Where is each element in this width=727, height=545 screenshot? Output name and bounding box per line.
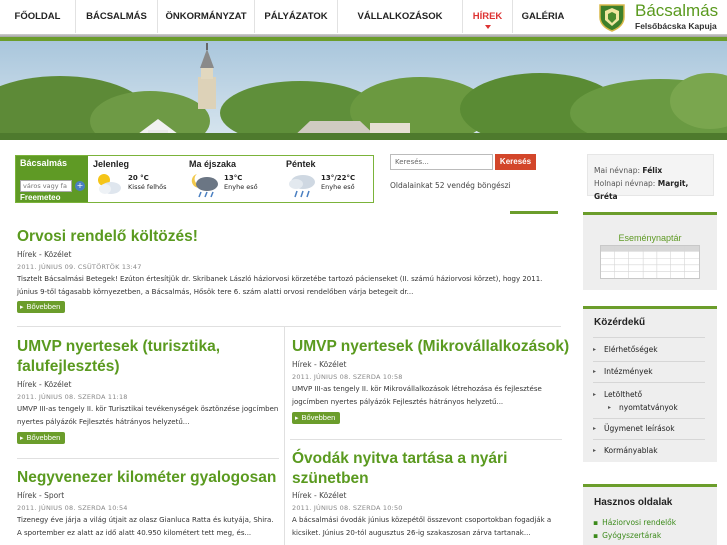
visitor-count: Oldalainkat 52 vendég böngészi: [390, 181, 511, 190]
site-title[interactable]: Bácsalmás: [635, 1, 718, 21]
weather-tonight-desc: Enyhe eső: [224, 183, 258, 191]
site-subtitle: Felsőbácska Kapuja: [635, 21, 717, 31]
link-haziorvosi[interactable]: Háziorvosi rendelők: [593, 518, 676, 527]
link-letoltheto[interactable]: Letölthető: [593, 390, 642, 401]
article-excerpt: UMVP III-as tengely II. kör Mikrovállalk…: [292, 385, 542, 406]
divider: [593, 439, 705, 440]
nav-item-fooldal[interactable]: FŐOLDAL: [0, 0, 76, 33]
article-category[interactable]: Hírek - Közélet: [17, 380, 71, 389]
weather-friday-desc: Enyhe eső: [321, 183, 355, 191]
public-info-box: Közérdekű Elérhetőségek Intézmények Letö…: [583, 306, 717, 462]
top-navigation: FŐOLDAL BÁCSALMÁS ÖNKORMÁNYZAT PÁLYÁZATO…: [0, 0, 727, 36]
weather-now-temp: 20 °C: [128, 174, 149, 182]
town-banner-image: [0, 41, 727, 140]
link-kormanyablak[interactable]: Kormányablak: [593, 446, 658, 457]
coat-of-arms-icon[interactable]: [597, 2, 627, 32]
weather-brand[interactable]: Freemeteo: [20, 193, 60, 202]
link-gyogyszertarak[interactable]: Gyógyszertárak: [593, 531, 661, 540]
nav-item-hirek[interactable]: HÍREK: [463, 0, 513, 33]
weather-friday-title: Péntek: [286, 159, 316, 169]
article-date: 2011. JÚNIUS 08. SZERDA 10:58: [292, 373, 403, 381]
nav-item-palyazatok[interactable]: PÁLYÁZATOK: [255, 0, 338, 33]
article-date: 2011. JÚNIUS 08. SZERDA 10:50: [292, 504, 403, 512]
weather-tonight-title: Ma éjszaka: [189, 159, 237, 169]
weather-tonight: Ma éjszaka 13°C Enyhe eső: [184, 156, 281, 202]
article-category[interactable]: Hírek - Sport: [17, 491, 64, 500]
article-title[interactable]: Negyvenezer kilométer gyalogosan: [17, 468, 276, 488]
calendar-grid-icon: [600, 245, 700, 279]
useful-pages-title: Hasznos oldalak: [594, 497, 673, 508]
calendar-title[interactable]: Eseménynaptár: [583, 233, 717, 243]
weather-now: Jelenleg 20 °C Kissé felhős: [88, 156, 184, 202]
weather-friday-temp: 13°/22°C: [321, 174, 356, 182]
partly-cloudy-icon: [98, 174, 121, 194]
article-excerpt: Tisztelt Bácsalmási Betegek! Ezúton érte…: [17, 275, 543, 296]
article-title[interactable]: UMVP nyertesek (turisztika, falufejleszt…: [17, 337, 279, 377]
article-category[interactable]: Hírek - Közélet: [17, 250, 71, 259]
link-elerhetosegek[interactable]: Elérhetőségek: [593, 345, 658, 356]
divider: [17, 458, 279, 459]
nav-item-vallalkozasok[interactable]: VÁLLALKOZÁSOK: [338, 0, 463, 33]
useful-pages-box: Hasznos oldalak Háziorvosi rendelők Gyóg…: [583, 484, 717, 545]
divider: [17, 326, 561, 327]
link-ugymenet[interactable]: Ügymenet leírások: [593, 424, 675, 435]
read-more-button[interactable]: Bővebben: [292, 412, 341, 424]
read-more-button[interactable]: Bővebben: [17, 432, 66, 444]
divider: [593, 382, 705, 383]
weather-location-panel: Bácsalmás város vagy fa + Freemeteo: [16, 156, 88, 202]
weather-city-input[interactable]: város vagy fa: [20, 180, 72, 192]
article-date: 2011. JÚNIUS 08. SZERDA 10:54: [17, 504, 128, 512]
article-title[interactable]: UMVP nyertesek (Mikrovállalkozások): [292, 337, 569, 357]
divider: [284, 327, 285, 545]
article-title[interactable]: Óvodák nyitva tartása a nyári szünetben: [292, 449, 554, 489]
nav-menu: FŐOLDAL BÁCSALMÁS ÖNKORMÁNYZAT PÁLYÁZATO…: [0, 0, 573, 33]
article-excerpt: A bácsalmási óvodák június közepétől öss…: [292, 516, 552, 537]
weather-search-button[interactable]: +: [75, 181, 85, 191]
nameday-today: Mai névnap: Félix: [594, 166, 663, 175]
weather-location: Bácsalmás: [20, 158, 68, 168]
weather-tonight-temp: 13°C: [224, 174, 243, 182]
article-excerpt: UMVP III-as tengely II. kör Turisztikai …: [17, 405, 279, 426]
article-date: 2011. JÚNIUS 09. CSÜTÖRTÖK 13:47: [17, 263, 142, 271]
public-info-title: Közérdekű: [594, 317, 646, 328]
link-intezmenyek[interactable]: Intézmények: [593, 367, 653, 378]
weather-now-desc: Kissé felhős: [128, 183, 167, 191]
divider: [290, 439, 562, 440]
nav-item-bacsalmas[interactable]: BÁCSALMÁS: [76, 0, 158, 33]
divider: [593, 337, 705, 338]
read-more-button[interactable]: Bővebben: [17, 301, 66, 313]
weather-friday: Péntek 13°/22°C Enyhe eső: [281, 156, 373, 202]
rain-icon: [289, 175, 315, 198]
article-title[interactable]: Orvosi rendelő költözés!: [17, 227, 198, 247]
divider: [593, 361, 705, 362]
link-nyomtatvanyok[interactable]: nyomtatványok: [593, 403, 678, 414]
search-button[interactable]: Keresés: [495, 154, 536, 170]
nav-divider: [0, 34, 727, 41]
nameday-box: Mai névnap: Félix Holnapi névnap: Margit…: [587, 154, 714, 201]
nav-item-galeria[interactable]: GALÉRIA: [513, 0, 573, 33]
event-calendar[interactable]: Eseménynaptár: [583, 212, 717, 290]
weather-now-title: Jelenleg: [93, 159, 130, 169]
article-date: 2011. JÚNIUS 08. SZERDA 11:18: [17, 393, 128, 401]
search-input[interactable]: Keresés...: [390, 154, 493, 170]
article-category[interactable]: Hírek - Közélet: [292, 360, 346, 369]
divider: [593, 418, 705, 419]
nameday-tomorrow: Holnapi névnap: Margit, Gréta: [594, 179, 689, 201]
section-accent-bar: [510, 211, 558, 214]
nav-item-onkormanyzat[interactable]: ÖNKORMÁNYZAT: [158, 0, 255, 33]
night-rain-icon: [191, 174, 218, 198]
article-category[interactable]: Hírek - Közélet: [292, 491, 346, 500]
article-excerpt: Tizenegy éve járja a világ útjait az ola…: [17, 516, 274, 537]
weather-widget: Bácsalmás város vagy fa + Freemeteo Jele…: [15, 155, 374, 203]
